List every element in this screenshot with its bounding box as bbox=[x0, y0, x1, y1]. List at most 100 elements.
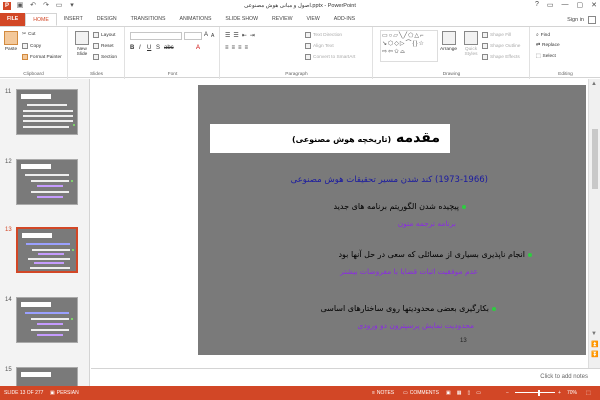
font-color-button[interactable]: A bbox=[196, 45, 200, 51]
tab-transitions[interactable]: TRANSITIONS bbox=[124, 13, 173, 26]
ribbon-display-button[interactable]: ▭ bbox=[547, 1, 554, 9]
slide-subbullet-1[interactable]: برنامه ترجمه متون bbox=[398, 219, 456, 228]
shape-effects-button[interactable]: Shape Effects bbox=[482, 54, 520, 60]
tab-home[interactable]: HOME bbox=[25, 13, 57, 26]
thumbnail-line bbox=[23, 126, 69, 128]
maximize-button[interactable]: ▢ bbox=[577, 1, 584, 9]
format-painter-button[interactable]: Format Painter bbox=[22, 54, 62, 60]
vertical-scrollbar[interactable]: ▲ ⏫ ⏬ ▼ bbox=[588, 79, 600, 368]
convert-smartart-button[interactable]: Convert to SmartArt bbox=[305, 54, 355, 60]
fit-slide-icon[interactable]: ⬚ bbox=[586, 390, 591, 396]
list-buttons[interactable]: ☰☰⇤⇥ bbox=[225, 32, 258, 39]
zoom-out-button[interactable]: − bbox=[506, 390, 509, 396]
thumbnail-number: 11 bbox=[5, 89, 12, 95]
sign-in-label[interactable]: Sign in bbox=[567, 17, 584, 23]
section-button[interactable]: Section bbox=[93, 54, 117, 60]
tab-review[interactable]: REVIEW bbox=[265, 13, 299, 26]
arrange-label: Arrange bbox=[440, 47, 458, 52]
thumbnail-line bbox=[37, 196, 63, 198]
minimize-button[interactable]: — bbox=[562, 1, 569, 9]
slide-show-icon[interactable]: ▭ bbox=[476, 390, 481, 396]
slide-sorter-icon[interactable]: ▦ bbox=[457, 390, 462, 396]
zoom-slider[interactable] bbox=[515, 392, 555, 393]
thumbnail-title-box bbox=[21, 302, 51, 307]
slide-thumbnail-11[interactable] bbox=[16, 89, 78, 135]
slide-editing-area[interactable]: مقدمه (تاریخچه هوش مصنوعی) (1973-1966) ک… bbox=[91, 79, 588, 368]
quick-styles-button[interactable]: Quick Styles bbox=[462, 31, 480, 57]
sign-in[interactable]: Sign in bbox=[567, 16, 596, 24]
paste-icon bbox=[4, 31, 18, 45]
align-text-button[interactable]: Align Text bbox=[305, 43, 334, 49]
scroll-up-arrow-icon[interactable]: ▲ bbox=[591, 81, 597, 87]
new-slide-button[interactable]: New Slide bbox=[72, 31, 92, 57]
slide-thumbnail-14[interactable] bbox=[16, 297, 78, 343]
reading-view-icon[interactable]: ▯ bbox=[467, 390, 470, 396]
shapes-gallery[interactable]: ▭○▱╲╱⬠△⌐ ↘⬡◇▷⌒{}☆ ⇨⇦✩⌓ bbox=[380, 30, 438, 62]
shrink-font-button[interactable]: A bbox=[211, 33, 214, 39]
font-size-select[interactable] bbox=[184, 32, 202, 40]
slide-subtitle[interactable]: (1973-1966) کند شدن مسیر تحقیقات هوش مصن… bbox=[291, 175, 488, 185]
tab-file[interactable]: FILE bbox=[0, 13, 26, 26]
zoom-slider-knob[interactable] bbox=[538, 390, 540, 396]
slide-title[interactable]: مقدمه (تاریخچه هوش مصنوعی) bbox=[292, 130, 440, 146]
arrange-button[interactable]: Arrange bbox=[440, 31, 457, 52]
notes-button[interactable]: ≡ NOTES bbox=[372, 390, 394, 396]
slide-bullet-1[interactable]: پیچیده شدن الگوریتم برنامه های جدید bbox=[333, 202, 466, 211]
normal-view-icon[interactable]: ▣ bbox=[446, 390, 451, 396]
text-direction-button[interactable]: Text Direction bbox=[305, 32, 342, 38]
help-button[interactable]: ? bbox=[535, 1, 539, 9]
thumbnail-line bbox=[31, 180, 69, 182]
current-slide[interactable]: مقدمه (تاریخچه هوش مصنوعی) (1973-1966) ک… bbox=[198, 85, 586, 355]
cut-button[interactable]: ✂ Cut bbox=[22, 32, 36, 37]
avatar[interactable] bbox=[588, 16, 596, 24]
slide-thumbnail-13[interactable] bbox=[16, 227, 78, 273]
slide-bullet-3[interactable]: بکارگیری بعضی محدودیتها روی ساختارهای اس… bbox=[320, 304, 496, 313]
reset-icon bbox=[93, 43, 99, 49]
green-bullet-icon bbox=[528, 252, 532, 257]
font-group-label: Font bbox=[167, 72, 178, 77]
slide-title-box[interactable]: مقدمه (تاریخچه هوش مصنوعی) bbox=[210, 124, 450, 153]
scroll-down-arrow-icon[interactable]: ▼ bbox=[591, 331, 597, 337]
italic-button[interactable]: I bbox=[139, 45, 141, 51]
scrollbar-thumb[interactable] bbox=[592, 129, 598, 189]
tab-insert[interactable]: INSERT bbox=[57, 13, 90, 26]
slide-thumbnail-15[interactable] bbox=[16, 367, 78, 386]
grow-font-button[interactable]: A bbox=[204, 32, 208, 38]
slide-subbullet-3[interactable]: محدودیت نمایش پرسپترون دو ورودی bbox=[358, 321, 474, 330]
paste-button[interactable]: Paste bbox=[4, 31, 18, 52]
select-button[interactable]: ⬚ Select bbox=[536, 54, 556, 59]
find-button[interactable]: ⌕ Find bbox=[536, 32, 550, 39]
tab-slide-show[interactable]: SLIDE SHOW bbox=[218, 13, 265, 26]
comments-button[interactable]: ▭ COMMENTS bbox=[403, 390, 439, 396]
shadow-button[interactable]: S bbox=[156, 45, 160, 51]
copy-button[interactable]: Copy bbox=[22, 43, 41, 49]
strikethrough-button[interactable]: abc bbox=[164, 45, 174, 51]
tab-design[interactable]: DESIGN bbox=[90, 13, 124, 26]
slide-subbullet-2[interactable]: عدم موفقیت اثبات قضایا با مفروضات بیشتر bbox=[340, 267, 478, 276]
underline-button[interactable]: U bbox=[147, 45, 151, 51]
next-slide-icon[interactable]: ⏬ bbox=[591, 351, 598, 358]
slide-thumbnail-12[interactable] bbox=[16, 159, 78, 205]
notes-pane[interactable]: Click to add notes bbox=[91, 368, 600, 386]
tab-view[interactable]: VIEW bbox=[299, 13, 326, 26]
previous-slide-icon[interactable]: ⏫ bbox=[591, 341, 598, 348]
tab-add-ins[interactable]: ADD-INS bbox=[327, 13, 362, 26]
language-indicator[interactable]: ▣ PERSIAN bbox=[50, 390, 79, 396]
slide-bullet-2[interactable]: انجام ناپذیری بسیاری از مسائلی که سعی در… bbox=[338, 250, 532, 259]
close-button[interactable]: ✕ bbox=[591, 1, 597, 9]
notes-placeholder[interactable]: Click to add notes bbox=[540, 374, 588, 380]
zoom-in-button[interactable]: + bbox=[558, 390, 561, 396]
shape-outline-button[interactable]: Shape Outline bbox=[482, 43, 520, 49]
slide-thumbnail-pane[interactable]: 11 12 13 14 15 bbox=[0, 79, 90, 386]
layout-button[interactable]: Layout bbox=[93, 32, 115, 38]
replace-button[interactable]: ⇄ Replace bbox=[536, 43, 560, 48]
language-label: PERSIAN bbox=[56, 390, 79, 396]
shape-fill-label: Shape Fill bbox=[490, 32, 512, 38]
zoom-level[interactable]: 70% bbox=[567, 390, 577, 396]
tab-animations[interactable]: ANIMATIONS bbox=[173, 13, 219, 26]
reset-button[interactable]: Reset bbox=[93, 43, 114, 49]
shape-fill-button[interactable]: Shape Fill bbox=[482, 32, 511, 38]
bold-button[interactable]: B bbox=[130, 45, 134, 51]
font-name-select[interactable] bbox=[130, 32, 182, 40]
align-buttons[interactable]: ≡≡≡≡ bbox=[225, 45, 251, 51]
